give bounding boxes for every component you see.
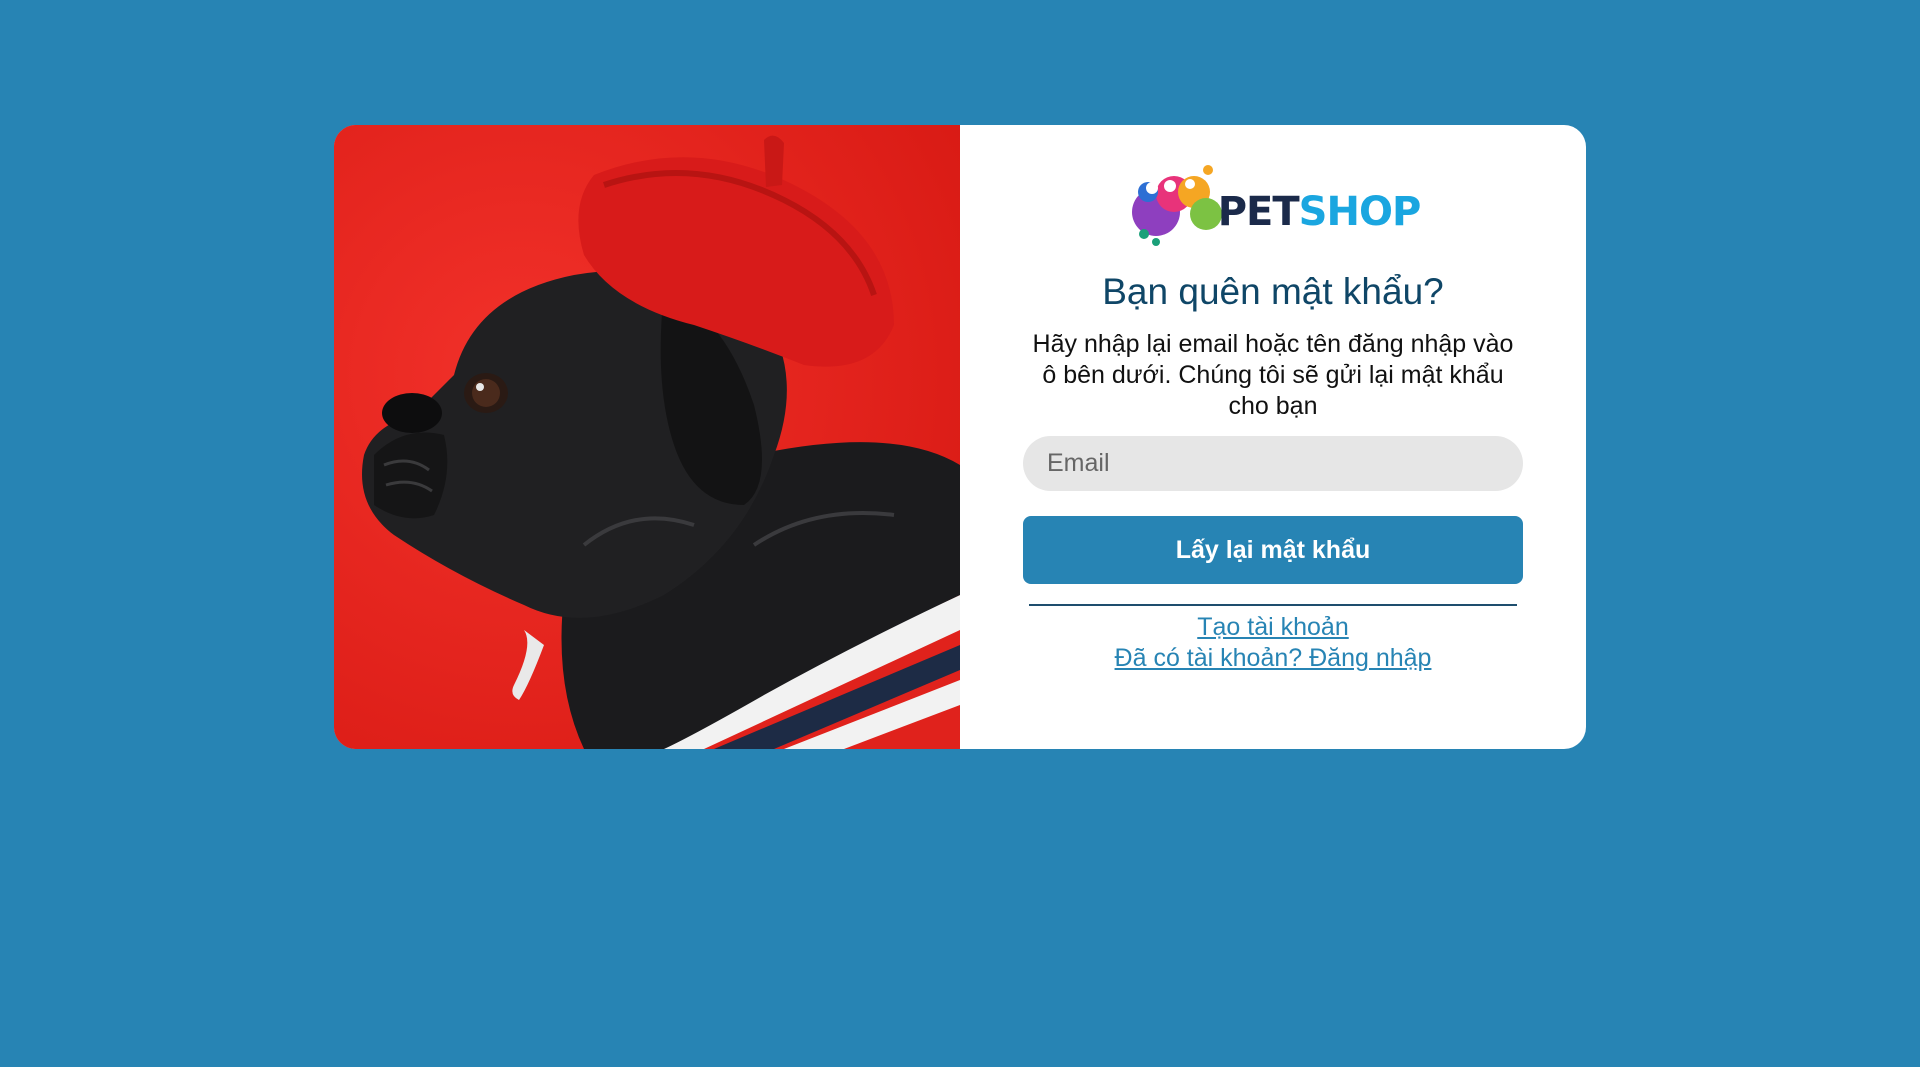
instruction-text: Hãy nhập lại email hoặc tên đăng nhập và…	[1032, 330, 1514, 420]
login-link[interactable]: Đã có tài khoản? Đăng nhập	[1115, 643, 1432, 674]
paw-logo-icon	[1131, 165, 1222, 246]
pug-illustration	[334, 125, 960, 749]
recover-password-button[interactable]: Lấy lại mật khẩu	[1023, 516, 1523, 584]
pug-photo	[334, 125, 960, 749]
page-title: Bạn quên mật khẩu?	[1102, 271, 1444, 312]
logo-pet-text: PET	[1217, 189, 1300, 235]
account-links: Tạo tài khoản Đã có tài khoản? Đăng nhập	[1115, 612, 1432, 674]
forgot-password-card: PETSHOP Bạn quên mật khẩu? Hãy nhập lại …	[334, 125, 1586, 749]
logo-wordmark: PETSHOP	[1217, 189, 1422, 235]
logo-shop-text: SHOP	[1298, 189, 1422, 235]
email-input[interactable]	[1023, 436, 1523, 491]
form-panel: PETSHOP Bạn quên mật khẩu? Hãy nhập lại …	[960, 125, 1586, 749]
create-account-link[interactable]: Tạo tài khoản	[1197, 612, 1349, 643]
divider	[1029, 604, 1517, 606]
petshop-logo[interactable]: PETSHOP	[1126, 161, 1421, 249]
